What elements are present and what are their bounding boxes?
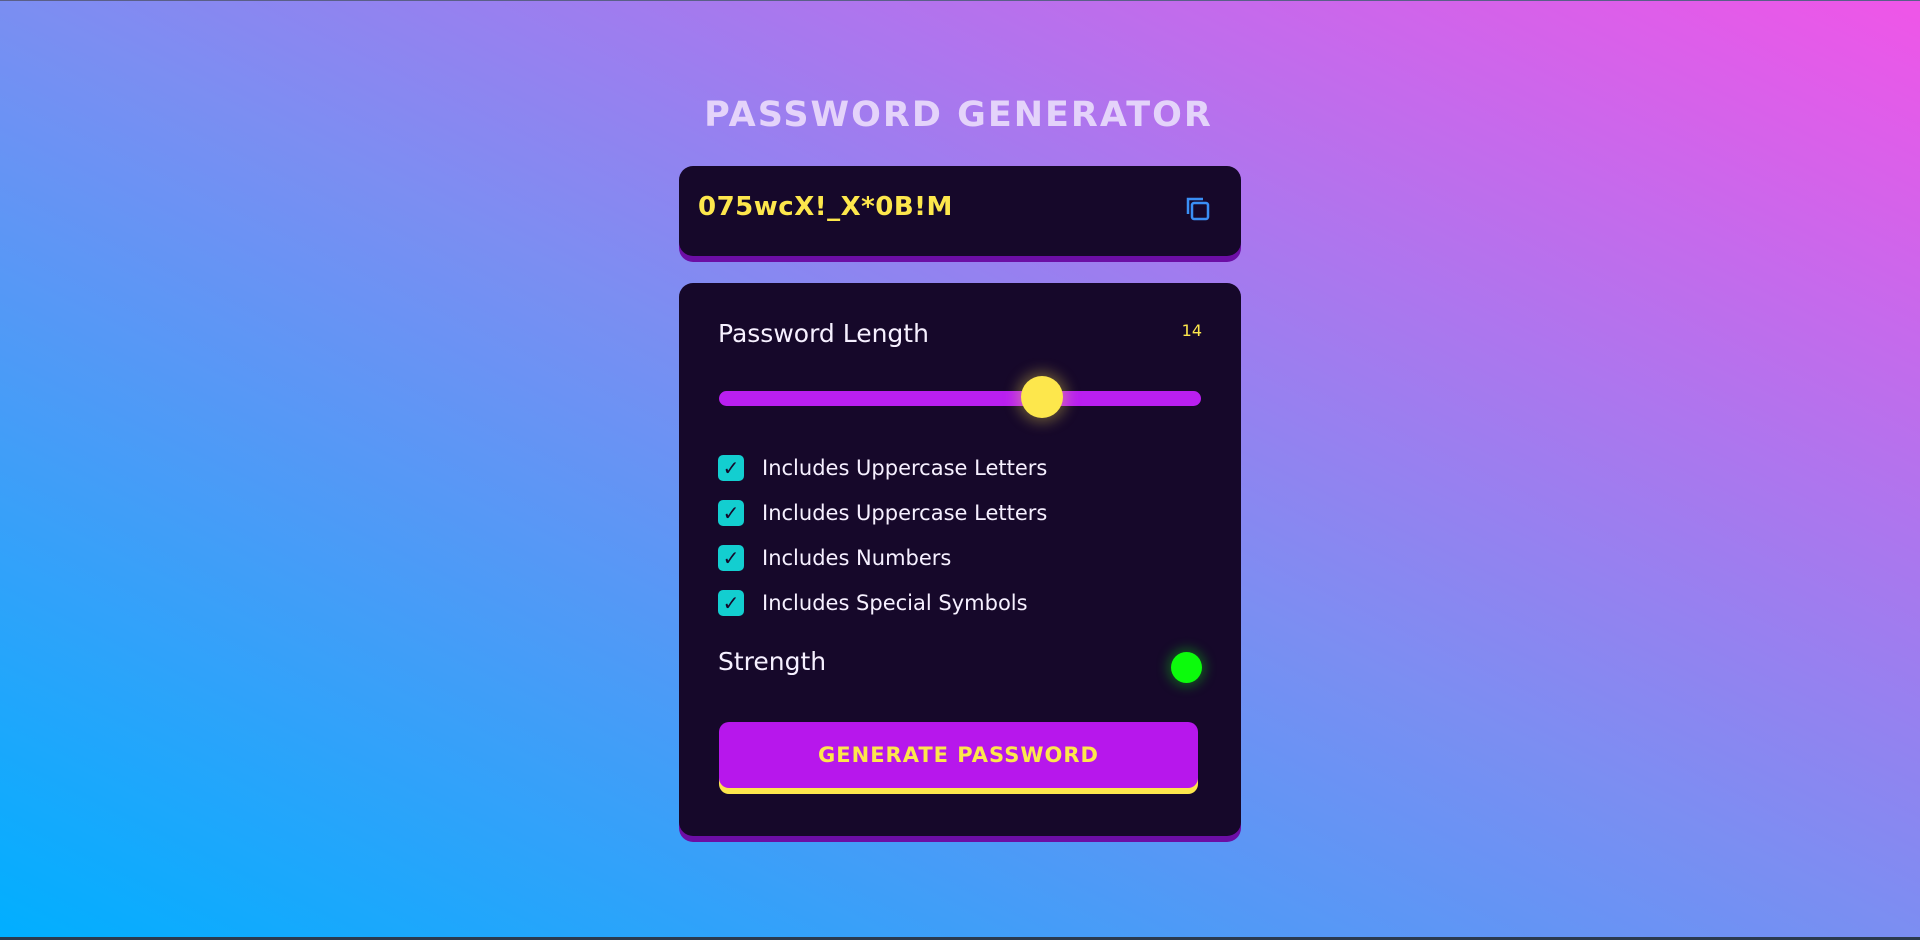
uppercase-2-checkbox[interactable]: ✓ (718, 500, 744, 526)
generate-password-button[interactable]: GENERATE PASSWORD (719, 722, 1198, 788)
page-title: PASSWORD GENERATOR (704, 95, 1213, 135)
option-label: Includes Uppercase Letters (762, 501, 1048, 525)
password-output: 075wcX!_X*0B!M (698, 192, 953, 222)
check-icon: ✓ (722, 456, 740, 480)
strength-label: Strength (718, 647, 827, 676)
generate-button-label: GENERATE PASSWORD (818, 743, 1099, 767)
option-uppercase: ✓ Includes Uppercase Letters (718, 455, 1047, 481)
option-numbers: ✓ Includes Numbers (718, 545, 951, 571)
option-label: Includes Special Symbols (762, 591, 1028, 615)
top-border (0, 0, 1920, 1)
length-slider-thumb[interactable] (1020, 376, 1063, 418)
check-icon: ✓ (722, 501, 740, 525)
length-slider-track[interactable] (719, 391, 1201, 406)
numbers-checkbox[interactable]: ✓ (718, 545, 744, 571)
check-icon: ✓ (722, 546, 740, 570)
symbols-checkbox[interactable]: ✓ (718, 590, 744, 616)
copy-icon (1186, 197, 1210, 221)
password-display: 075wcX!_X*0B!M (679, 166, 1241, 256)
strength-indicator (1171, 652, 1202, 683)
uppercase-checkbox[interactable]: ✓ (718, 455, 744, 481)
option-uppercase-2: ✓ Includes Uppercase Letters (718, 500, 1047, 526)
option-symbols: ✓ Includes Special Symbols (718, 590, 1028, 616)
copy-button[interactable] (1183, 194, 1213, 224)
password-length-label: Password Length (718, 319, 929, 348)
check-icon: ✓ (722, 591, 740, 615)
settings-panel: Password Length 14 ✓ Includes Uppercase … (679, 283, 1241, 836)
password-length-value: 14 (1181, 321, 1202, 340)
option-label: Includes Uppercase Letters (762, 456, 1048, 480)
option-label: Includes Numbers (762, 546, 952, 570)
